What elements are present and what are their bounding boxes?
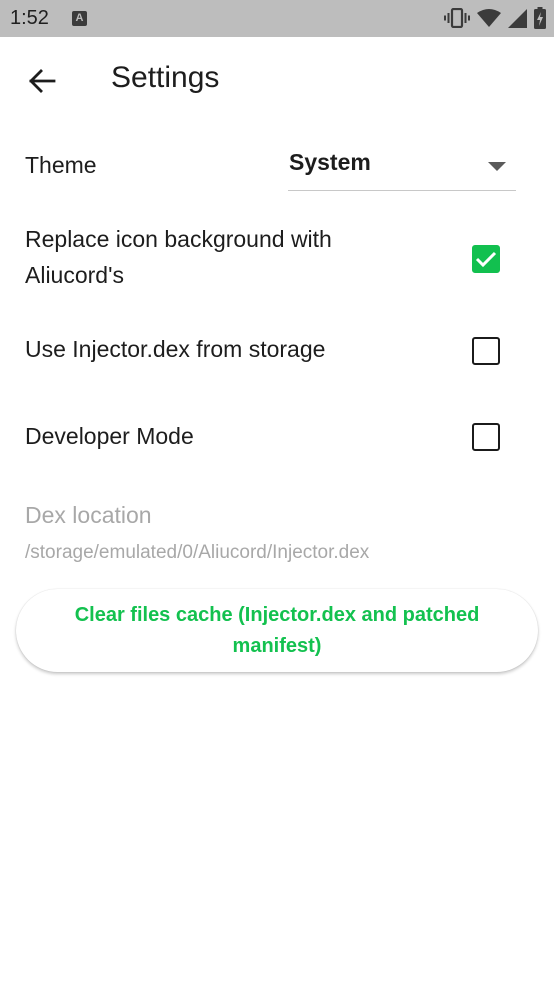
theme-dropdown[interactable]: System — [288, 145, 516, 191]
dex-location-label: Dex location — [25, 502, 152, 528]
vibrate-icon — [444, 8, 470, 28]
theme-label: Theme — [25, 152, 97, 178]
developer-mode-label: Developer Mode — [25, 423, 194, 449]
wifi-icon — [477, 8, 501, 27]
dropdown-caret-icon — [488, 162, 506, 171]
battery-charging-icon — [534, 7, 546, 29]
back-button[interactable] — [20, 59, 64, 103]
signal-icon — [508, 8, 527, 28]
app-bar: Settings — [0, 37, 554, 123]
clear-cache-button[interactable]: Clear files cache (Injector.dex and patc… — [16, 589, 538, 672]
status-bar: 1:52 A — [0, 0, 554, 37]
dex-location-input[interactable]: /storage/emulated/0/Aliucord/Injector.de… — [25, 542, 369, 564]
replace-icon-background-checkbox[interactable] — [472, 245, 500, 273]
status-time: 1:52 — [10, 7, 49, 29]
use-injector-dex-label: Use Injector.dex from storage — [25, 336, 326, 362]
a-notification-icon: A — [72, 11, 87, 26]
use-injector-dex-checkbox[interactable] — [472, 337, 500, 365]
check-icon — [475, 251, 497, 268]
replace-icon-background-label: Replace icon background with Aliucord's — [25, 226, 332, 288]
theme-selected-value: System — [289, 149, 371, 175]
arrow-back-icon — [29, 69, 56, 93]
page-title: Settings — [111, 61, 220, 94]
clear-cache-button-label: Clear files cache (Injector.dex and patc… — [74, 603, 480, 657]
status-icons — [444, 6, 546, 30]
developer-mode-checkbox[interactable] — [472, 423, 500, 451]
